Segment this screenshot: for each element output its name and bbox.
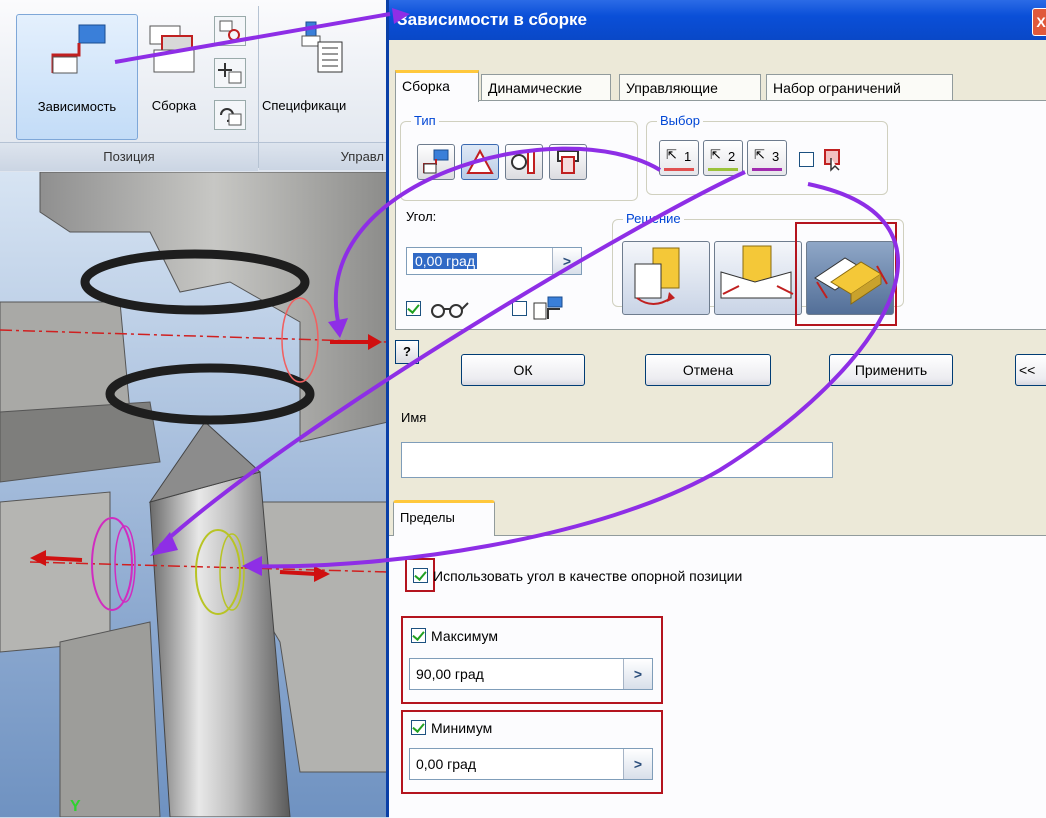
assemble-label: Сборка [151, 98, 197, 113]
insert-type-button[interactable] [549, 144, 587, 180]
maximum-value: 90,00 град [416, 666, 484, 682]
axis-y-label: Y [70, 798, 81, 815]
ribbon-group-manage: Управл [259, 142, 388, 170]
angle-label: Угол: [406, 209, 437, 224]
tangent-type-button[interactable] [505, 144, 543, 180]
ribbon: Зависимость Сборка Спецификаци Позиция У… [0, 0, 388, 173]
assemble-button[interactable]: Сборка [138, 14, 210, 138]
maximum-measure-button[interactable]: > [623, 659, 652, 689]
cursor-arrow-icon: ⇱ [710, 147, 721, 162]
directed-angle-button[interactable] [622, 241, 710, 315]
solution-group-label: Решение [623, 211, 684, 226]
constraint-button[interactable]: Зависимость [16, 14, 138, 140]
select-1-button[interactable]: ⇱ 1 [659, 140, 699, 176]
joint-small-button[interactable] [214, 16, 246, 46]
pick-part-icon [824, 149, 840, 172]
tab-assembly[interactable]: Сборка [395, 70, 479, 102]
select-2-button[interactable]: ⇱ 2 [703, 140, 743, 176]
model-viewport[interactable]: Y [0, 172, 388, 817]
cursor-arrow-icon: ⇱ [666, 147, 677, 162]
maximum-label: Максимум [431, 628, 498, 644]
angle-measure-button[interactable]: > [552, 248, 581, 274]
maximum-checkbox[interactable] [411, 628, 426, 643]
bom-button[interactable]: Спецификаци [262, 14, 388, 138]
close-button[interactable]: X [1032, 8, 1046, 36]
angle-icon [466, 148, 494, 174]
show-preview-checkbox[interactable] [406, 301, 421, 316]
selection-group-label: Выбор [657, 113, 703, 128]
rotate-small-button[interactable] [214, 100, 246, 130]
angle-type-button[interactable] [461, 144, 499, 180]
tangent-icon [511, 150, 535, 174]
glasses-preview-icon [431, 302, 469, 318]
insert-icon [557, 150, 579, 174]
ok-button[interactable]: ОК [461, 354, 585, 386]
assembly-constraint-dialog: Зависимости в сборке X Сборка Динамическ… [386, 0, 1046, 818]
selection-group: Выбор ⇱ 1 ⇱ 2 ⇱ 3 [646, 113, 888, 195]
directed-angle-icon [634, 247, 680, 305]
highlight-explicit-reference [795, 222, 897, 326]
tab-constraint-set[interactable]: Набор ограничений [766, 74, 953, 100]
rotate-icon [220, 108, 242, 126]
model-render [0, 172, 388, 817]
pick-part-first-checkbox[interactable] [799, 152, 814, 167]
collapse-button[interactable]: << [1015, 354, 1046, 386]
cursor-arrow-icon: ⇱ [754, 147, 765, 162]
help-button[interactable]: ? [395, 340, 419, 364]
highlight-use-offset [405, 558, 435, 592]
minimum-label: Минимум [431, 720, 493, 736]
minimum-input[interactable]: 0,00 град > [409, 748, 653, 780]
constraint-label: Зависимость [37, 99, 117, 114]
mate-type-button[interactable] [417, 144, 455, 180]
tab-motion[interactable]: Динамические [481, 74, 611, 100]
type-group-label: Тип [411, 113, 439, 128]
mate-icon [423, 149, 449, 174]
joint-icon [219, 20, 240, 41]
type-group: Тип [400, 113, 638, 201]
minimum-checkbox[interactable] [411, 720, 426, 735]
name-label: Имя [401, 410, 427, 425]
dialog-title-bar[interactable]: Зависимости в сборке [389, 0, 1046, 40]
assemble-icon [149, 25, 195, 73]
tab-transitional[interactable]: Управляющие [619, 74, 761, 100]
bom-icon [301, 21, 343, 73]
name-input[interactable] [401, 442, 833, 478]
use-offset-label: Использовать угол в качестве опорной поз… [433, 568, 743, 584]
select-3-button[interactable]: ⇱ 3 [747, 140, 787, 176]
move-small-button[interactable] [214, 58, 246, 88]
move-icon [218, 63, 242, 84]
ribbon-group-position: Позиция [0, 142, 258, 171]
cancel-button[interactable]: Отмена [645, 354, 771, 386]
predict-offset-icon [533, 296, 563, 320]
angle-input[interactable]: 0,00 град > [406, 247, 582, 275]
maximum-input[interactable]: 90,00 град > [409, 658, 653, 690]
select-3-label: 3 [772, 149, 780, 164]
dialog-title: Зависимости в сборке [397, 10, 588, 29]
undirected-angle-button[interactable] [714, 241, 802, 315]
apply-button[interactable]: Применить [829, 354, 953, 386]
assembly-tab-panel: Тип Выбор ⇱ 1 ⇱ 2 ⇱ 3 Угол: 0,00 град > Реш… [395, 100, 1046, 330]
minimum-measure-button[interactable]: > [623, 749, 652, 779]
select-1-label: 1 [684, 149, 692, 164]
angle-value: 0,00 град [413, 253, 477, 269]
minimum-value: 0,00 град [416, 756, 476, 772]
bom-label: Спецификаци [262, 98, 347, 113]
undirected-angle-icon [720, 245, 794, 299]
constraint-icon [51, 24, 106, 74]
tab-limits[interactable]: Пределы [393, 500, 495, 536]
select-2-label: 2 [728, 149, 736, 164]
predict-offset-checkbox[interactable] [512, 301, 527, 316]
